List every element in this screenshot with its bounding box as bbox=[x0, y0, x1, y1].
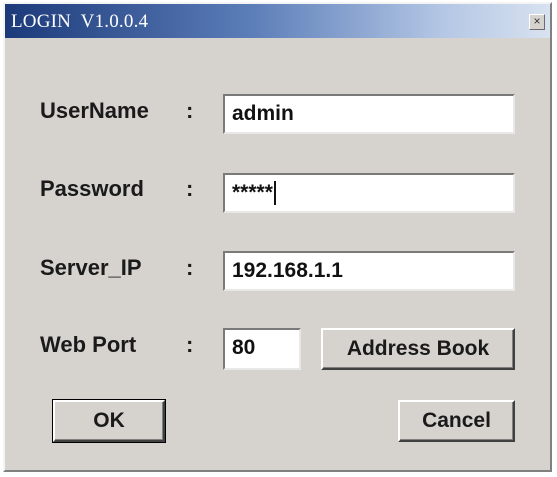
server-ip-label: Server_IP bbox=[40, 255, 142, 280]
web-port-field[interactable]: 80 bbox=[223, 328, 301, 370]
web-port-colon: : bbox=[186, 332, 194, 357]
server-ip-value: 192.168.1.1 bbox=[232, 259, 343, 282]
web-port-label: Web Port bbox=[40, 332, 137, 357]
password-value: ***** bbox=[232, 181, 273, 204]
title-bar[interactable]: LOGIN V1.0.0.4 × bbox=[5, 4, 550, 38]
window-title: LOGIN V1.0.0.4 bbox=[11, 11, 149, 32]
web-port-value: 80 bbox=[232, 336, 256, 359]
username-colon: : bbox=[186, 98, 194, 123]
close-icon: × bbox=[533, 14, 541, 28]
text-caret bbox=[273, 181, 276, 206]
cancel-button[interactable]: Cancel bbox=[398, 400, 515, 442]
server-ip-field[interactable]: 192.168.1.1 bbox=[223, 251, 515, 291]
password-label: Password bbox=[40, 176, 144, 201]
login-dialog: LOGIN V1.0.0.4 × UserName : admin Passwo… bbox=[3, 2, 552, 472]
username-value: admin bbox=[232, 102, 294, 125]
close-button[interactable]: × bbox=[529, 14, 545, 30]
username-field[interactable]: admin bbox=[223, 94, 515, 134]
username-label: UserName bbox=[40, 98, 149, 123]
password-colon: : bbox=[186, 176, 194, 201]
address-book-button[interactable]: Address Book bbox=[321, 328, 515, 370]
ok-button[interactable]: OK bbox=[52, 399, 166, 443]
server-ip-colon: : bbox=[186, 255, 194, 280]
password-field[interactable]: ***** bbox=[223, 173, 515, 213]
